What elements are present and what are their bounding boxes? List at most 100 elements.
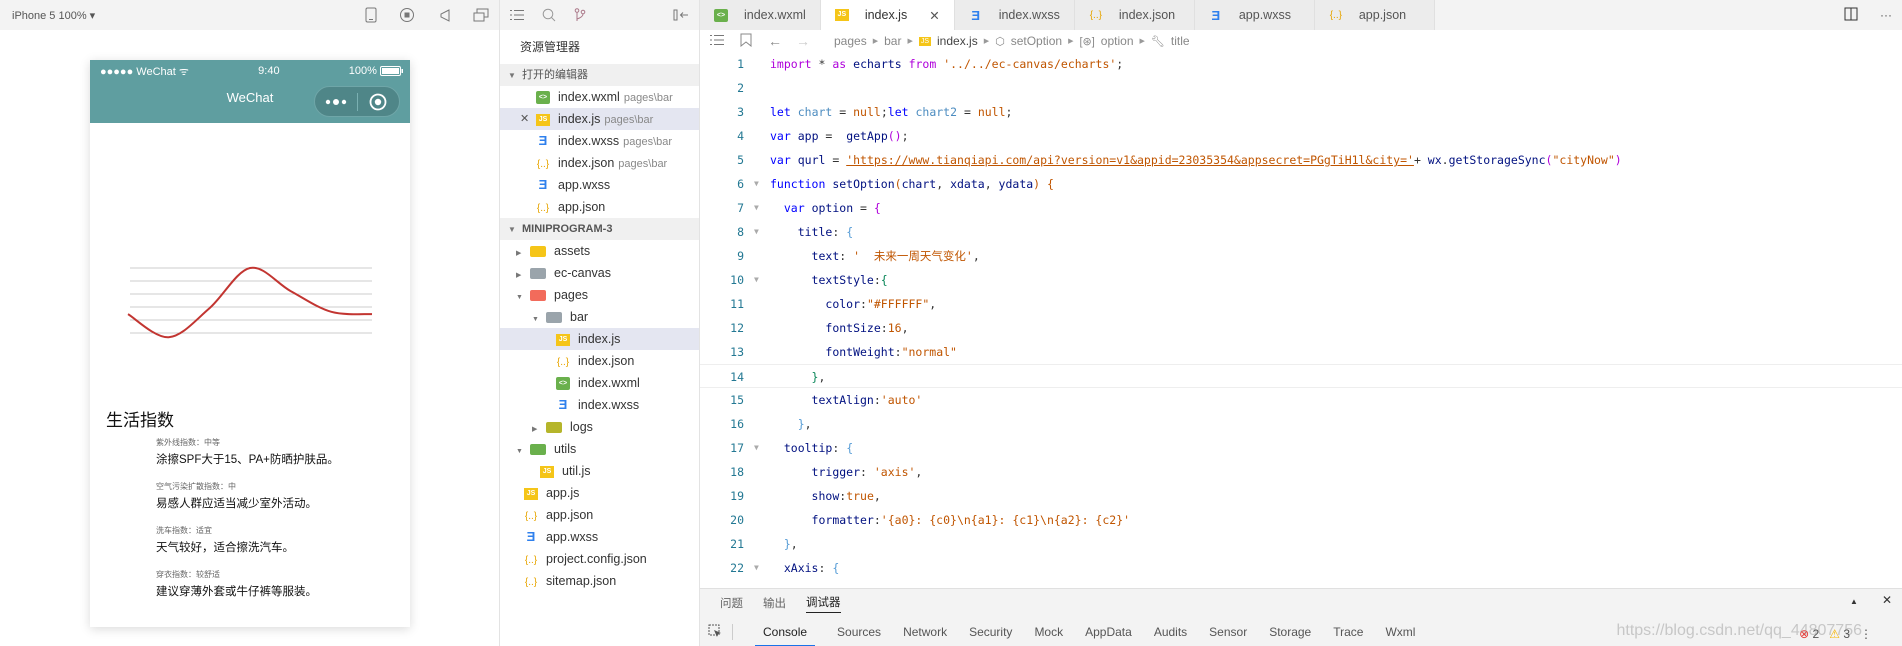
devtools-tab-mock[interactable]: Mock bbox=[1034, 625, 1063, 639]
outline-icon[interactable] bbox=[710, 34, 724, 49]
file-item[interactable]: JS index.js bbox=[500, 328, 699, 350]
open-editor-item[interactable]: Ǝapp.wxss bbox=[500, 174, 699, 196]
close-miniprogram-button[interactable] bbox=[358, 93, 400, 111]
fold-arrow-icon[interactable]: ▼ bbox=[754, 196, 759, 220]
devtools-tab-appdata[interactable]: AppData bbox=[1085, 625, 1132, 639]
folder-item[interactable]: ▼ pages bbox=[500, 284, 699, 306]
open-editor-item[interactable]: ✕ JS index.js pages\bar bbox=[500, 108, 699, 130]
file-item[interactable]: JS util.js bbox=[500, 460, 699, 482]
open-editors-list: <> index.wxml pages\bar ✕ JS index.js pages\ba… bbox=[500, 86, 699, 218]
panel-tab[interactable]: 调试器 bbox=[806, 594, 841, 613]
file-name: index.wxss bbox=[578, 398, 640, 412]
split-editor-icon[interactable] bbox=[1844, 7, 1858, 24]
back-arrow-icon[interactable]: ← bbox=[768, 33, 782, 49]
file-item[interactable]: <> index.wxml bbox=[500, 372, 699, 394]
more-dots-icon bbox=[325, 98, 346, 105]
device-selector[interactable]: iPhone 5 100% ▾ bbox=[12, 9, 95, 22]
warning-count[interactable]: ⚠ 3 bbox=[1829, 627, 1850, 641]
tab-app-wxss[interactable]: Ǝapp.wxss bbox=[1194, 0, 1315, 30]
folder-icon bbox=[546, 312, 562, 324]
js-file-icon: JS bbox=[540, 465, 554, 478]
more-button[interactable] bbox=[315, 98, 357, 106]
phone-icon[interactable] bbox=[365, 7, 377, 23]
search-icon[interactable] bbox=[542, 8, 556, 22]
devtools-tab-trace[interactable]: Trace bbox=[1333, 625, 1363, 639]
forward-arrow-icon[interactable]: → bbox=[796, 33, 810, 49]
clock: 9:40 bbox=[258, 65, 280, 77]
folder-item[interactable]: ▶ assets bbox=[500, 240, 699, 262]
open-editor-item[interactable]: {..} index.json pages\bar bbox=[500, 152, 699, 174]
devtools-tab-security[interactable]: Security bbox=[969, 625, 1012, 639]
folder-item[interactable]: ▼ bar bbox=[500, 306, 699, 328]
file-item[interactable]: {..} app.json bbox=[500, 504, 699, 526]
devtools-tab-network[interactable]: Network bbox=[903, 625, 947, 639]
tab-app-json[interactable]: {..} app.json bbox=[1314, 0, 1435, 30]
inspect-element-icon[interactable] bbox=[708, 624, 722, 641]
line-number: 1 bbox=[737, 57, 744, 71]
breadcrumb-item[interactable]: title bbox=[1171, 34, 1190, 48]
fold-arrow-icon[interactable]: ▼ bbox=[754, 556, 759, 580]
devtools-tab-storage[interactable]: Storage bbox=[1269, 625, 1311, 639]
file-name: index.js bbox=[578, 332, 621, 346]
project-header[interactable]: ▼ MINIPROGRAM-3 bbox=[500, 218, 699, 240]
detach-window-icon[interactable] bbox=[473, 8, 489, 22]
fold-arrow-icon[interactable]: ▼ bbox=[754, 436, 759, 460]
file-item[interactable]: {..} project.config.json bbox=[500, 548, 699, 570]
file-item[interactable]: Ǝapp.wxss bbox=[500, 526, 699, 548]
file-item[interactable]: Ǝindex.wxss bbox=[500, 394, 699, 416]
line-number: 3 bbox=[737, 105, 744, 119]
line-number: 13 bbox=[730, 345, 744, 359]
line-number: 7 bbox=[737, 201, 744, 215]
breadcrumb-item[interactable]: bar bbox=[884, 34, 901, 48]
close-icon[interactable]: ✕ bbox=[520, 108, 529, 130]
file-path: pages\bar bbox=[604, 114, 654, 126]
devtools-tab-console[interactable]: Console bbox=[755, 617, 816, 646]
code-text: let chart = null;let chart2 = null; bbox=[770, 105, 1013, 119]
devtools-tab-wxml[interactable]: Wxml bbox=[1385, 625, 1415, 639]
line-number: 19 bbox=[730, 489, 744, 503]
folder-item[interactable]: ▶ ec-canvas bbox=[500, 262, 699, 284]
open-editor-item[interactable]: Ǝindex.wxss pages\bar bbox=[500, 130, 699, 152]
error-count[interactable]: ⊗ 2 bbox=[1799, 627, 1819, 641]
tab-index-json[interactable]: {..} index.json bbox=[1074, 0, 1195, 30]
tab-index-js[interactable]: JS index.js ✕ bbox=[820, 0, 955, 30]
bookmark-icon[interactable] bbox=[740, 33, 752, 50]
tab-index-wxss[interactable]: Ǝindex.wxss bbox=[954, 0, 1075, 30]
panel-tab[interactable]: 问题 bbox=[720, 595, 743, 611]
volume-icon[interactable] bbox=[437, 8, 451, 22]
list-icon[interactable] bbox=[510, 9, 524, 21]
target-icon bbox=[369, 93, 387, 110]
folder-item[interactable]: ▶ logs bbox=[500, 416, 699, 438]
fold-arrow-icon[interactable]: ▼ bbox=[754, 172, 759, 196]
fold-arrow-icon[interactable]: ▼ bbox=[754, 220, 759, 244]
line-number: 2 bbox=[737, 81, 744, 95]
breadcrumb-item[interactable]: setOption bbox=[1011, 34, 1062, 48]
file-item[interactable]: JS app.js bbox=[500, 482, 699, 504]
devtools-tab-sensor[interactable]: Sensor bbox=[1209, 625, 1247, 639]
code-area[interactable]: 1 import * as echarts from '../../ec-canv… bbox=[700, 52, 1902, 580]
file-item[interactable]: {..} sitemap.json bbox=[500, 570, 699, 592]
close-panel-icon[interactable]: ✕ bbox=[1882, 593, 1892, 607]
battery-icon bbox=[380, 66, 403, 77]
close-tab-icon[interactable]: ✕ bbox=[929, 8, 939, 23]
collapse-panel-icon[interactable] bbox=[673, 9, 689, 21]
panel-tab[interactable]: 输出 bbox=[763, 595, 786, 611]
open-editor-item[interactable]: <> index.wxml pages\bar bbox=[500, 86, 699, 108]
open-editors-header[interactable]: ▼ 打开的编辑器 bbox=[500, 64, 699, 86]
maximize-panel-icon[interactable]: ▲ bbox=[1850, 597, 1858, 607]
more-actions-icon[interactable]: ··· bbox=[1880, 8, 1892, 22]
devtools-tab-sources[interactable]: Sources bbox=[837, 625, 881, 639]
open-editor-item[interactable]: {..} app.json bbox=[500, 196, 699, 218]
life-index-item: 紫外线指数：中等 涂擦SPF大于15、PA+防晒护肤品。 bbox=[156, 437, 339, 467]
tab-index-wxml[interactable]: <> index.wxml bbox=[700, 0, 821, 30]
breadcrumb-item[interactable]: option bbox=[1101, 34, 1134, 48]
devtools-tab-audits[interactable]: Audits bbox=[1154, 625, 1187, 639]
breadcrumb-item[interactable]: pages bbox=[834, 34, 867, 48]
fold-arrow-icon[interactable]: ▼ bbox=[754, 268, 759, 292]
console-menu-icon[interactable]: ⋮ bbox=[1860, 627, 1872, 641]
record-icon[interactable] bbox=[399, 7, 415, 23]
file-item[interactable]: {..} index.json bbox=[500, 350, 699, 372]
folder-item[interactable]: ▼ utils bbox=[500, 438, 699, 460]
breadcrumb-item[interactable]: index.js bbox=[937, 34, 978, 48]
git-branch-icon[interactable] bbox=[574, 8, 586, 22]
